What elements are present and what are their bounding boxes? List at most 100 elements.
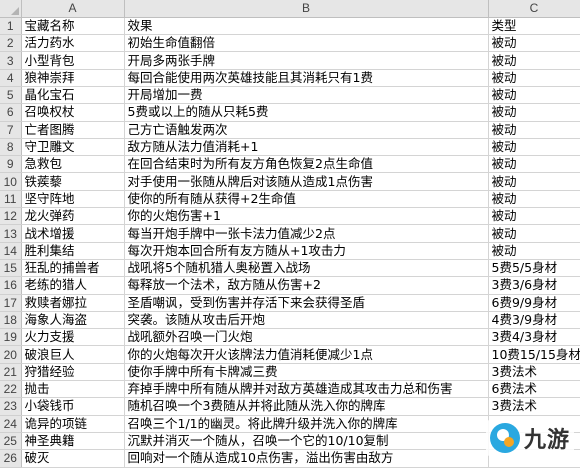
cell-name[interactable]: 老练的猎人 [21, 276, 125, 295]
cell-effect[interactable]: 初始生命值翻倍 [124, 34, 489, 53]
cell-name[interactable]: 亡者图腾 [21, 121, 125, 139]
cell-type[interactable]: 被动 [488, 51, 580, 70]
row-header[interactable]: 20 [0, 345, 22, 364]
cell-name[interactable]: 守卫雕文 [21, 138, 125, 157]
cell-type[interactable]: 3费4/3身材 [488, 328, 580, 347]
row-header[interactable]: 15 [0, 259, 22, 278]
cell-effect[interactable]: 圣盾嘲讽，受到伤害并存活下来会获得圣盾 [124, 294, 489, 312]
cell-name[interactable]: 胜利集结 [21, 242, 125, 260]
cell-effect[interactable]: 你的火炮伤害+1 [124, 207, 489, 226]
cell-type[interactable]: 6费9/9身材 [488, 294, 580, 312]
cell-type[interactable]: 3费3/6身材 [488, 276, 580, 295]
column-header-b[interactable]: B [124, 0, 489, 18]
cell-type[interactable]: 10费15/15身材 [488, 345, 580, 364]
row-header[interactable]: 25 [0, 432, 22, 451]
row-header[interactable]: 19 [0, 328, 22, 347]
cell-type[interactable]: 3费法术 [488, 397, 580, 416]
cell-name[interactable]: 神圣典籍 [21, 432, 125, 451]
cell-effect[interactable]: 召唤三个1/1的幽灵。将此牌升级并洗入你的牌库 [124, 415, 489, 433]
cell-effect[interactable]: 突袭。该随从攻击后开炮 [124, 311, 489, 330]
cell-type[interactable]: 被动 [488, 69, 580, 87]
cell-effect[interactable]: 在回合结束时为所有友方角色恢复2点生命值 [124, 155, 489, 174]
cell-effect[interactable]: 效果 [124, 17, 489, 36]
cell-name[interactable]: 召唤权杖 [21, 103, 125, 122]
row-header[interactable]: 6 [0, 103, 22, 122]
cell-effect[interactable]: 每回合能使用两次英雄技能且其消耗只有1费 [124, 69, 489, 87]
cell-name[interactable]: 狩猎经验 [21, 363, 125, 382]
cell-name[interactable]: 小型背包 [21, 51, 125, 70]
cell-name[interactable]: 火力支援 [21, 328, 125, 347]
cell-effect[interactable]: 对手使用一张随从牌后对该随从造成1点伤害 [124, 172, 489, 191]
cell-effect[interactable]: 你的火炮每次开火该牌法力值消耗便减少1点 [124, 345, 489, 364]
cell-effect[interactable]: 回响对一个随从造成10点伤害，溢出伤害由敌方 [124, 449, 489, 468]
cell-effect[interactable]: 开局增加一费 [124, 86, 489, 105]
cell-effect[interactable]: 战吼将5个随机猎人奥秘置入战场 [124, 259, 489, 278]
row-header[interactable]: 13 [0, 224, 22, 243]
cell-name[interactable]: 抛击 [21, 380, 125, 399]
row-header[interactable]: 2 [0, 34, 22, 53]
cell-name[interactable]: 龙火弹药 [21, 207, 125, 226]
row-header[interactable]: 12 [0, 207, 22, 226]
cell-name[interactable]: 海象人海盗 [21, 311, 125, 330]
cell-type[interactable]: 被动 [488, 242, 580, 260]
cell-type[interactable]: 5费5/5身材 [488, 259, 580, 278]
row-header[interactable]: 10 [0, 172, 22, 191]
cell-name[interactable]: 狂乱的捕兽者 [21, 259, 125, 278]
cell-effect[interactable]: 每次开炮本回合所有友方随从+1攻击力 [124, 242, 489, 260]
cell-effect[interactable]: 使你的所有随从获得+2生命值 [124, 190, 489, 209]
cell-name[interactable]: 破浪巨人 [21, 345, 125, 364]
row-header[interactable]: 16 [0, 276, 22, 295]
cell-type[interactable]: 3费法术 [488, 363, 580, 382]
cell-name[interactable]: 战术增援 [21, 224, 125, 243]
cell-name[interactable]: 狼神崇拜 [21, 69, 125, 87]
select-all-corner[interactable] [0, 0, 22, 18]
row-header[interactable]: 26 [0, 449, 22, 468]
cell-type[interactable]: 被动 [488, 224, 580, 243]
row-header[interactable]: 8 [0, 138, 22, 157]
row-header[interactable]: 17 [0, 294, 22, 312]
cell-type[interactable]: 被动 [488, 34, 580, 53]
cell-name[interactable]: 宝藏名称 [21, 17, 125, 36]
cell-type[interactable]: 被动 [488, 155, 580, 174]
cell-effect[interactable]: 5费或以上的随从只耗5费 [124, 103, 489, 122]
cell-type[interactable]: 被动 [488, 86, 580, 105]
cell-effect[interactable]: 战吼额外召唤一门火炮 [124, 328, 489, 347]
row-header[interactable]: 14 [0, 242, 22, 260]
cell-type[interactable]: 被动 [488, 207, 580, 226]
cell-effect[interactable]: 随机召唤一个3费随从并将此随从洗入你的牌库 [124, 397, 489, 416]
column-header-a[interactable]: A [21, 0, 125, 18]
cell-effect[interactable]: 每释放一个法术，敌方随从伤害+2 [124, 276, 489, 295]
cell-effect[interactable]: 弃掉手牌中所有随从牌并对敌方英雄造成其攻击力总和伤害 [124, 380, 489, 399]
row-header[interactable]: 23 [0, 397, 22, 416]
cell-name[interactable]: 铁蒺藜 [21, 172, 125, 191]
row-header[interactable]: 24 [0, 415, 22, 433]
cell-type[interactable]: 被动 [488, 190, 580, 209]
cell-type[interactable]: 被动 [488, 138, 580, 157]
cell-name[interactable]: 破灭 [21, 449, 125, 468]
cell-effect[interactable]: 沉默并消灭一个随从，召唤一个它的10/10复制 [124, 432, 489, 451]
row-header[interactable]: 4 [0, 69, 22, 87]
row-header[interactable]: 3 [0, 51, 22, 70]
cell-effect[interactable]: 每当开炮手牌中一张卡法力值减少2点 [124, 224, 489, 243]
column-header-c[interactable]: C [488, 0, 580, 18]
cell-name[interactable]: 晶化宝石 [21, 86, 125, 105]
cell-type[interactable]: 被动 [488, 172, 580, 191]
cell-name[interactable]: 救赎者娜拉 [21, 294, 125, 312]
row-header[interactable]: 21 [0, 363, 22, 382]
cell-type[interactable]: 类型 [488, 17, 580, 36]
cell-effect[interactable]: 开局多两张手牌 [124, 51, 489, 70]
cell-name[interactable]: 小袋钱币 [21, 397, 125, 416]
row-header[interactable]: 9 [0, 155, 22, 174]
cell-name[interactable]: 坚守阵地 [21, 190, 125, 209]
row-header[interactable]: 1 [0, 17, 22, 36]
row-header[interactable]: 7 [0, 121, 22, 139]
cell-effect[interactable]: 敌方随从法力值消耗+1 [124, 138, 489, 157]
cell-type[interactable]: 被动 [488, 121, 580, 139]
row-header[interactable]: 18 [0, 311, 22, 330]
row-header[interactable]: 5 [0, 86, 22, 105]
row-header[interactable]: 22 [0, 380, 22, 399]
cell-type[interactable]: 4费3/9身材 [488, 311, 580, 330]
cell-name[interactable]: 急救包 [21, 155, 125, 174]
cell-effect[interactable]: 使你手牌中所有卡牌减三费 [124, 363, 489, 382]
cell-effect[interactable]: 己方亡语触发两次 [124, 121, 489, 139]
